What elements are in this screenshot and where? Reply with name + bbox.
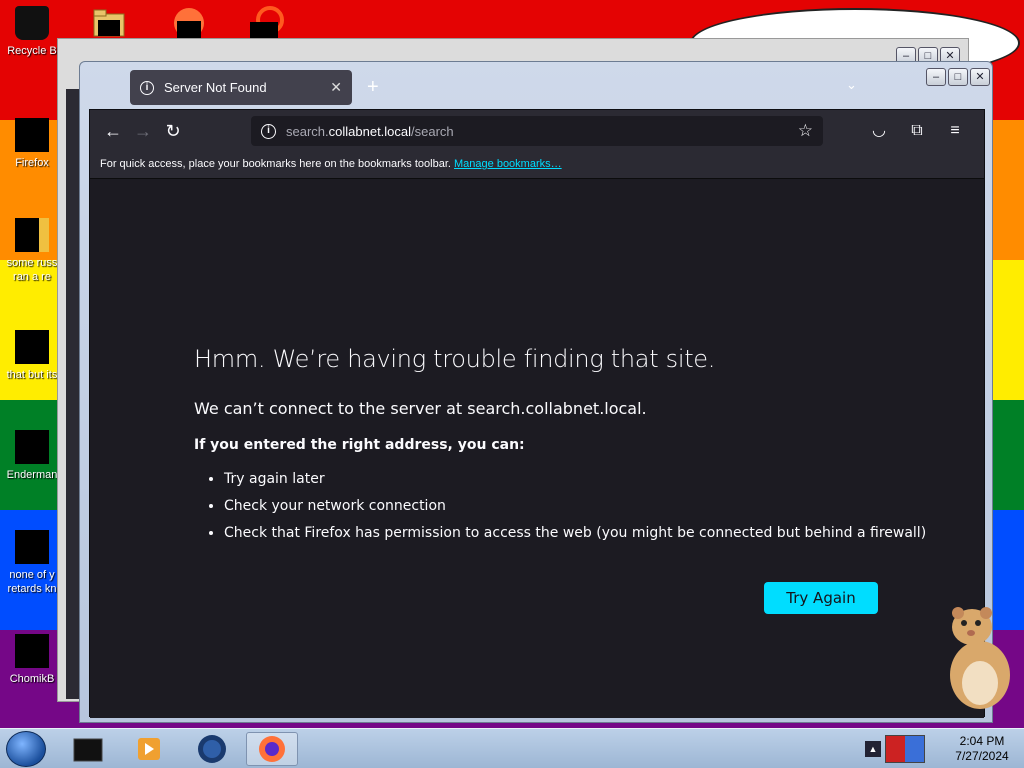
tab-bar: i Server Not Found ✕ + ⌄: [80, 62, 992, 110]
desktop-icon-document[interactable]: some russ ran a re: [2, 218, 62, 284]
new-tab-icon[interactable]: +: [367, 76, 379, 99]
suggestion-list: Try again later Check your network conne…: [224, 471, 926, 552]
desktop-icon-label: Firefox: [15, 157, 49, 169]
site-info-icon[interactable]: i: [261, 123, 276, 139]
desktop-icon-folder[interactable]: that but its: [2, 330, 62, 382]
error-subtitle: If you entered the right address, you ca…: [194, 437, 525, 453]
file-icon: [15, 330, 49, 364]
desktop-icon-enderman[interactable]: Enderman: [2, 430, 62, 482]
bookmarks-hint: For quick access, place your bookmarks h…: [100, 158, 451, 170]
show-hidden-icons-icon[interactable]: ▲: [865, 741, 881, 757]
url-host: collabnet.local: [328, 123, 412, 139]
address-bar[interactable]: i search.collabnet.local/search ☆: [251, 116, 823, 146]
list-item: Try again later: [224, 471, 926, 487]
tray-app-icon[interactable]: [885, 735, 925, 763]
recycle-bin-icon: [15, 6, 49, 40]
toolbar-right: ◡ ⧉ ≡: [864, 116, 970, 146]
try-again-button[interactable]: Try Again: [764, 582, 878, 614]
document-icon: [15, 218, 49, 252]
firefox-window[interactable]: i Server Not Found ✕ + ⌄ – □ ✕ ← → ↻ i s…: [79, 61, 993, 723]
desktop-icon-chomik[interactable]: ChomikB: [2, 634, 62, 686]
error-title: Hmm. We’re having trouble finding that s…: [194, 345, 716, 373]
taskbar-app-globe[interactable]: [186, 732, 238, 766]
list-item: Check that Firefox has permission to acc…: [224, 525, 926, 541]
start-button[interactable]: [6, 731, 46, 767]
reload-icon[interactable]: ↻: [158, 116, 188, 146]
url-path: /search: [411, 123, 454, 139]
window-controls: – □ ✕: [926, 68, 990, 86]
desktop-icon-label: ChomikB: [9, 673, 55, 685]
hamburger-menu-icon[interactable]: ≡: [940, 116, 970, 146]
window-icon: [15, 430, 49, 464]
desktop-icon-firefox[interactable]: Firefox: [2, 118, 62, 170]
hamster-image: [940, 605, 1020, 710]
forward-arrow-icon[interactable]: →: [128, 116, 158, 146]
extensions-icon[interactable]: ⧉: [902, 116, 932, 146]
clock[interactable]: 2:04 PM 7/27/2024: [940, 734, 1024, 764]
desktop-icon-shortcut[interactable]: none of y retards kn: [2, 530, 62, 596]
error-page: Hmm. We’re having trouble finding that s…: [90, 180, 984, 718]
bookmarks-toolbar: For quick access, place your bookmarks h…: [90, 152, 984, 179]
url-text[interactable]: search.collabnet.local/search: [286, 124, 798, 139]
minimize-icon[interactable]: –: [926, 68, 946, 86]
folder-icon[interactable]: [92, 6, 126, 40]
taskbar: ▲ 2:04 PM 7/27/2024: [0, 728, 1024, 768]
browser-content: ← → ↻ i search.collabnet.local/search ☆ …: [89, 109, 985, 718]
taskbar-app-firefox[interactable]: [246, 732, 298, 766]
desktop-icon-recycle-bin[interactable]: Recycle B: [2, 6, 62, 58]
tab-close-icon[interactable]: ✕: [330, 79, 342, 96]
clock-time: 2:04 PM: [959, 734, 1005, 748]
desktop-icon-label: that but its: [6, 369, 58, 381]
close-icon[interactable]: ✕: [970, 68, 990, 86]
back-arrow-icon[interactable]: ←: [98, 116, 128, 146]
hamster-file-icon: [15, 634, 49, 668]
system-tray: ▲: [865, 732, 935, 766]
tab-server-not-found[interactable]: i Server Not Found ✕: [130, 70, 352, 105]
maximize-icon[interactable]: □: [948, 68, 968, 86]
firefox-icon: [15, 118, 49, 152]
desktop-icon-label: some russ ran a re: [6, 257, 58, 283]
desktop-icon-label: none of y retards kn: [7, 569, 57, 595]
navigation-toolbar: ← → ↻ i search.collabnet.local/search ☆ …: [90, 110, 984, 152]
pocket-icon[interactable]: ◡: [864, 116, 894, 146]
browser-icon[interactable]: [172, 6, 206, 40]
tab-title: Server Not Found: [164, 80, 267, 95]
error-message: We can’t connect to the server at search…: [194, 399, 647, 418]
desktop-icon-label: Recycle B: [7, 45, 57, 57]
bookmark-star-icon[interactable]: ☆: [798, 121, 813, 141]
taskbar-app-terminal[interactable]: [62, 732, 114, 766]
info-icon: i: [140, 80, 154, 95]
list-item: Check your network connection: [224, 498, 926, 514]
clock-date: 7/27/2024: [955, 749, 1009, 763]
taskbar-app-media[interactable]: [122, 732, 174, 766]
app-icon[interactable]: [250, 6, 284, 40]
manage-bookmarks-link[interactable]: Manage bookmarks…: [454, 158, 562, 170]
list-tabs-icon[interactable]: ⌄: [846, 77, 857, 93]
url-prefix: search.: [286, 123, 329, 139]
shortcut-icon: [15, 530, 49, 564]
desktop-icon-label: Enderman: [6, 469, 58, 481]
